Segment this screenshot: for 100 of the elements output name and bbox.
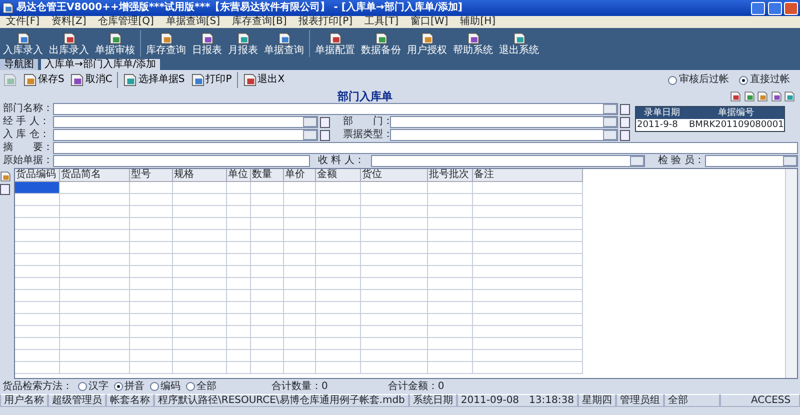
menu-item[interactable]: 单据查询[S] <box>160 16 226 28</box>
table-cell[interactable] <box>130 206 173 218</box>
table-cell[interactable] <box>130 278 173 290</box>
table-cell[interactable] <box>316 194 361 206</box>
dropdown-field[interactable] <box>705 155 798 167</box>
table-cell[interactable] <box>428 278 473 290</box>
toolbar-button[interactable]: 日报表 <box>189 30 225 56</box>
table-cell[interactable] <box>316 350 361 362</box>
table-cell[interactable] <box>251 314 284 326</box>
table-cell[interactable] <box>316 290 361 302</box>
table-cell[interactable] <box>251 230 284 242</box>
table-cell[interactable] <box>316 182 361 194</box>
table-cell[interactable] <box>316 254 361 266</box>
table-cell[interactable] <box>227 290 251 302</box>
table-cell[interactable] <box>361 266 428 278</box>
table-cell[interactable] <box>130 266 173 278</box>
table-cell[interactable] <box>473 218 583 230</box>
dropdown-field[interactable] <box>390 116 618 128</box>
table-cell[interactable] <box>60 242 130 254</box>
table-cell[interactable] <box>173 266 227 278</box>
table-cell[interactable] <box>15 278 60 290</box>
radio-button[interactable] <box>186 382 194 391</box>
table-cell[interactable] <box>284 254 316 266</box>
table-cell[interactable] <box>15 302 60 314</box>
table-cell[interactable] <box>473 326 583 338</box>
table-cell[interactable] <box>130 302 173 314</box>
table-cell[interactable] <box>361 242 428 254</box>
table-cell[interactable] <box>251 338 284 350</box>
table-cell[interactable] <box>316 266 361 278</box>
table-cell[interactable] <box>173 218 227 230</box>
table-cell[interactable] <box>15 242 60 254</box>
table-cell[interactable] <box>15 314 60 326</box>
radio-button[interactable] <box>78 382 86 391</box>
table-cell[interactable] <box>130 338 173 350</box>
table-cell[interactable] <box>284 206 316 218</box>
table-cell[interactable] <box>361 278 428 290</box>
menu-item[interactable]: 窗口[W] <box>404 16 454 28</box>
table-cell[interactable] <box>284 266 316 278</box>
table-cell[interactable] <box>473 254 583 266</box>
table-cell[interactable] <box>251 242 284 254</box>
table-cell[interactable] <box>15 290 60 302</box>
table-cell[interactable] <box>15 206 60 218</box>
table-cell[interactable] <box>130 362 173 374</box>
table-cell[interactable] <box>316 278 361 290</box>
table-cell[interactable] <box>173 242 227 254</box>
table-cell[interactable] <box>173 182 227 194</box>
table-cell[interactable] <box>428 182 473 194</box>
table-cell[interactable] <box>316 326 361 338</box>
table-cell[interactable] <box>473 290 583 302</box>
table-cell[interactable] <box>473 362 583 374</box>
table-cell[interactable] <box>251 290 284 302</box>
lookup-button[interactable] <box>620 130 630 140</box>
input-field[interactable] <box>53 155 310 167</box>
menu-item[interactable]: 仓库管理[Q] <box>92 16 160 28</box>
table-cell[interactable] <box>227 230 251 242</box>
table-cell[interactable] <box>60 218 130 230</box>
table-cell[interactable] <box>473 206 583 218</box>
table-cell[interactable] <box>130 290 173 302</box>
table-cell[interactable] <box>473 242 583 254</box>
table-cell[interactable] <box>361 314 428 326</box>
toolbar-button[interactable]: 数据备份 <box>358 30 404 56</box>
table-cell[interactable] <box>15 338 60 350</box>
table-cell[interactable] <box>227 326 251 338</box>
table-cell[interactable] <box>473 266 583 278</box>
toolbar-button[interactable]: 出库录入 <box>46 30 92 56</box>
radio-button[interactable] <box>668 76 677 84</box>
table-cell[interactable] <box>428 350 473 362</box>
toolbar-button[interactable]: 取消C <box>67 73 116 87</box>
toolbar-button[interactable]: 单据查询 <box>261 30 307 56</box>
table-cell[interactable] <box>316 362 361 374</box>
menu-item[interactable]: 文件[F] <box>0 16 46 28</box>
table-cell[interactable] <box>316 314 361 326</box>
radio-button[interactable] <box>114 382 122 391</box>
table-cell[interactable] <box>284 290 316 302</box>
toolbar-button[interactable]: 库存查询 <box>143 30 189 56</box>
table-cell[interactable] <box>473 302 583 314</box>
dropdown-field[interactable] <box>371 155 645 167</box>
table-cell[interactable] <box>15 230 60 242</box>
table-cell[interactable] <box>227 278 251 290</box>
menu-item[interactable]: 辅助[H] <box>454 16 502 28</box>
table-cell[interactable] <box>15 326 60 338</box>
table-cell[interactable] <box>173 230 227 242</box>
table-cell[interactable] <box>130 326 173 338</box>
table-cell[interactable] <box>251 182 284 194</box>
radio-button[interactable] <box>150 382 158 391</box>
table-cell[interactable] <box>60 362 130 374</box>
table-cell[interactable] <box>60 266 130 278</box>
table-cell[interactable] <box>361 218 428 230</box>
restore-button[interactable] <box>768 2 782 14</box>
dropdown-field[interactable] <box>53 129 318 141</box>
radio-button[interactable] <box>739 76 748 84</box>
tab[interactable]: 入库单→部门入库单/添加 <box>40 59 160 70</box>
table-cell[interactable] <box>361 194 428 206</box>
dropdown-button[interactable] <box>302 117 316 127</box>
table-cell[interactable] <box>284 338 316 350</box>
table-cell[interactable] <box>130 314 173 326</box>
table-cell[interactable] <box>227 350 251 362</box>
table-cell[interactable] <box>130 194 173 206</box>
table-cell[interactable] <box>473 182 583 194</box>
table-cell[interactable] <box>227 266 251 278</box>
